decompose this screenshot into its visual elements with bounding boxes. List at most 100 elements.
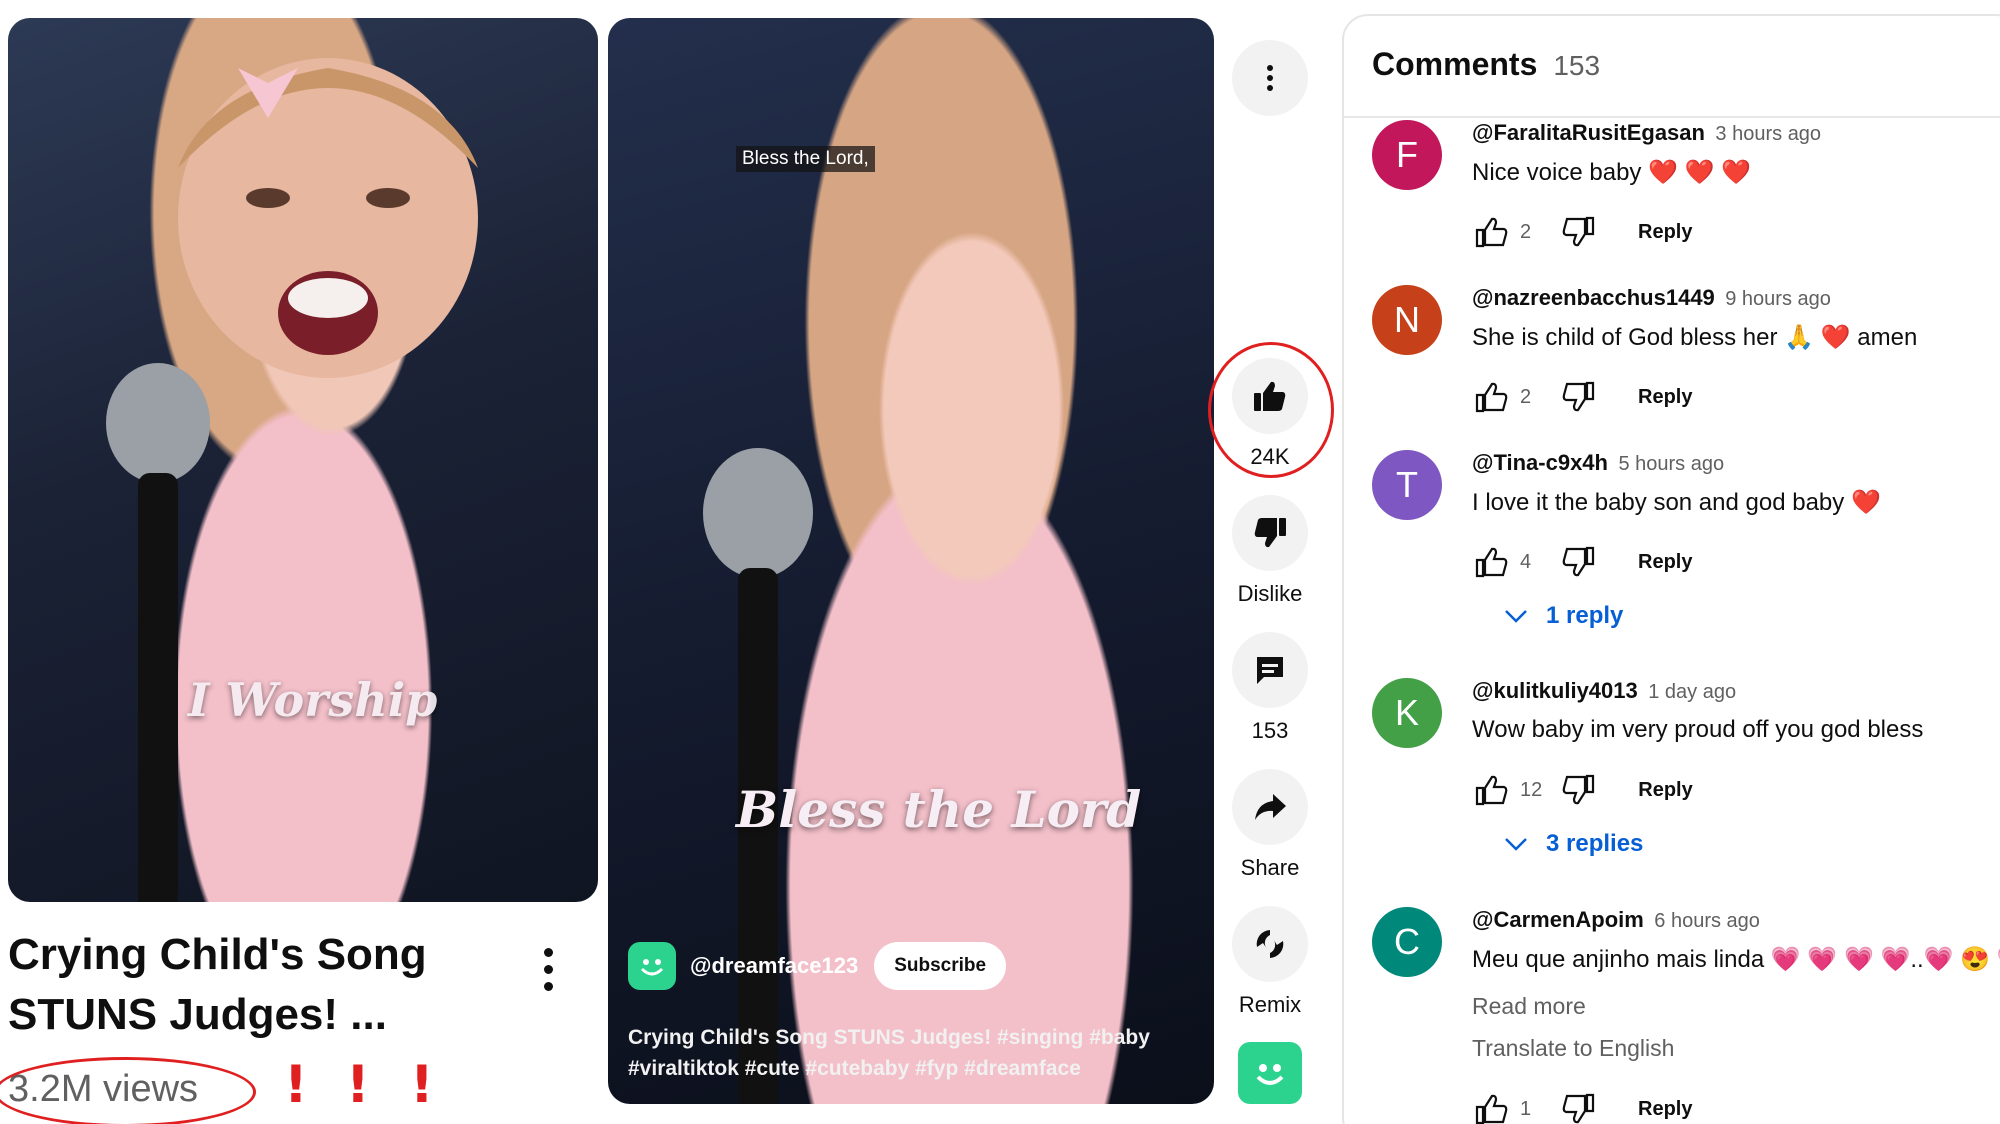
comment-icon [1257,657,1283,684]
avatar[interactable]: K [1372,678,1442,748]
replies-count: 1 reply [1546,602,1624,629]
more-vert-icon [1267,65,1273,91]
child-face-illustration [178,58,478,378]
description-line: Crying Child's Song STUNS Judges! #singi… [628,1026,1150,1049]
comments-count: 153 [1553,50,1601,81]
video-caption: Bless the Lord, [736,146,875,172]
comment-like-count: 4 [1520,550,1532,573]
dislike-label: Dislike [1237,581,1303,606]
avatar[interactable]: C [1372,907,1442,977]
remix-action[interactable]: Remix [1232,906,1308,1018]
comment-time[interactable]: 6 hours ago [1654,910,1760,932]
view-replies-button[interactable]: 1 reply [1504,602,1623,630]
comment-like-count: 2 [1520,220,1532,243]
thumbs-up-icon[interactable] [1472,1089,1512,1124]
share-label: Share [1240,855,1300,880]
thumbs-up-icon[interactable] [1472,542,1512,582]
annotation-exclamation: ! [346,1055,370,1115]
dislike-button[interactable] [1232,495,1308,571]
microphone-illustration [106,363,210,902]
comment-text: Wow baby im very proud off you god bless [1472,716,1924,743]
comment-text: She is child of God bless her 🙏 ❤️ amen [1472,324,1918,351]
thumbs-down-icon[interactable] [1558,212,1598,252]
comment-actions: 4 Reply [1472,542,1692,582]
left-video-thumbnail[interactable]: I Worship [8,18,598,902]
channel-avatar[interactable] [628,942,676,990]
thumbs-down-icon[interactable] [1558,770,1598,810]
comment-like-count: 1 [1520,1097,1532,1120]
comments-button[interactable] [1232,632,1308,708]
annotation-circle-like [1208,342,1334,478]
reply-button[interactable]: Reply [1638,551,1692,574]
video-title[interactable]: Crying Child's Song STUNS Judges! ... [8,925,478,1045]
comment-author[interactable]: @FaralitaRusitEgasan [1472,120,1705,145]
microphone-illustration [703,448,813,1104]
subscribe-button[interactable]: Subscribe [874,942,1007,990]
chevron-down-icon [1505,610,1527,623]
comment-text: Meu que anjinho mais linda 💗 💗 💗 💗..💗 😍 … [1472,946,2000,973]
comment-time[interactable]: 3 hours ago [1715,123,1821,145]
comment-author[interactable]: @Tina-c9x4h [1472,450,1608,475]
reply-button[interactable]: Reply [1638,779,1692,802]
thumbs-down-icon [1254,518,1286,548]
menu-action[interactable] [1232,40,1308,116]
description-line: #viraltiktok #cute #cutebaby #fyp #dream… [628,1057,1081,1080]
channel-row: @dreamface123 Subscribe [628,940,1007,992]
more-options-icon[interactable] [538,948,558,1004]
smile-icon [1256,1064,1284,1085]
comment-meta: @nazreenbacchus1449 9 hours ago [1472,285,1831,311]
share-action[interactable]: Share [1232,769,1308,881]
overlay-text-bless: Bless the Lord [736,780,1142,839]
comment-like-count: 2 [1520,385,1532,408]
comment-actions: 12 Reply [1472,770,1693,810]
comment-text: I love it the baby son and god baby ❤️ [1472,489,1881,516]
thumbs-up-icon[interactable] [1472,212,1512,252]
comment-author[interactable]: @nazreenbacchus1449 [1472,285,1715,310]
avatar[interactable]: T [1372,450,1442,520]
comment-meta: @FaralitaRusitEgasan 3 hours ago [1472,120,1821,146]
view-replies-button[interactable]: 3 replies [1504,830,1643,858]
avatar[interactable]: N [1372,285,1442,355]
video-description[interactable]: Crying Child's Song STUNS Judges! #singi… [628,1022,1188,1084]
comment-meta: @kulitkuliy4013 1 day ago [1472,678,1736,704]
dislike-action[interactable]: Dislike [1232,495,1308,607]
remix-button[interactable] [1232,906,1308,982]
translate-link[interactable]: Translate to English [1472,1035,1674,1062]
comments-title: Comments [1372,46,1538,82]
short-video-player[interactable]: Bless the Lord, Bless the Lord @dreamfac… [608,18,1214,1104]
comments-action[interactable]: 153 [1232,632,1308,744]
thumbs-down-icon[interactable] [1558,1089,1598,1124]
comment-author[interactable]: @CarmenApoim [1472,907,1644,932]
channel-name[interactable]: @dreamface123 [690,953,858,979]
chevron-down-icon [1505,838,1527,851]
comment-time[interactable]: 5 hours ago [1618,453,1724,475]
comment-time[interactable]: 9 hours ago [1725,288,1831,310]
avatar[interactable]: F [1372,120,1442,190]
comment-meta: @CarmenApoim 6 hours ago [1472,907,1760,933]
reply-button[interactable]: Reply [1638,1098,1692,1121]
comments-count-label: 153 [1251,718,1289,743]
more-vert-button[interactable] [1232,40,1308,116]
comments-panel: Comments 153 F @FaralitaRusitEgasan 3 ho… [1342,14,2000,1124]
header-divider [1344,116,2000,118]
read-more-link[interactable]: Read more [1472,993,1586,1020]
smile-icon [640,959,664,976]
annotation-circle-views [0,1057,256,1124]
comment-time[interactable]: 1 day ago [1648,681,1736,703]
overlay-text-worship: I Worship [188,673,438,727]
replies-count: 3 replies [1546,830,1644,857]
thumbs-up-icon[interactable] [1472,770,1512,810]
comment-author[interactable]: @kulitkuliy4013 [1472,678,1638,703]
reply-button[interactable]: Reply [1638,221,1692,244]
comment-text: Nice voice baby ❤️ ❤️ ❤️ [1472,159,1752,186]
thumbs-down-icon[interactable] [1558,377,1598,417]
thumbs-down-icon[interactable] [1558,542,1598,582]
share-button[interactable] [1232,769,1308,845]
remix-source-thumbnail[interactable] [1238,1042,1302,1104]
thumbs-up-icon[interactable] [1472,377,1512,417]
reply-button[interactable]: Reply [1638,386,1692,409]
comment-actions: 2 Reply [1472,212,1692,252]
comments-header: Comments 153 [1372,46,1600,83]
comment-actions: 1 Reply [1472,1089,1692,1124]
remix-icon [1256,930,1284,958]
